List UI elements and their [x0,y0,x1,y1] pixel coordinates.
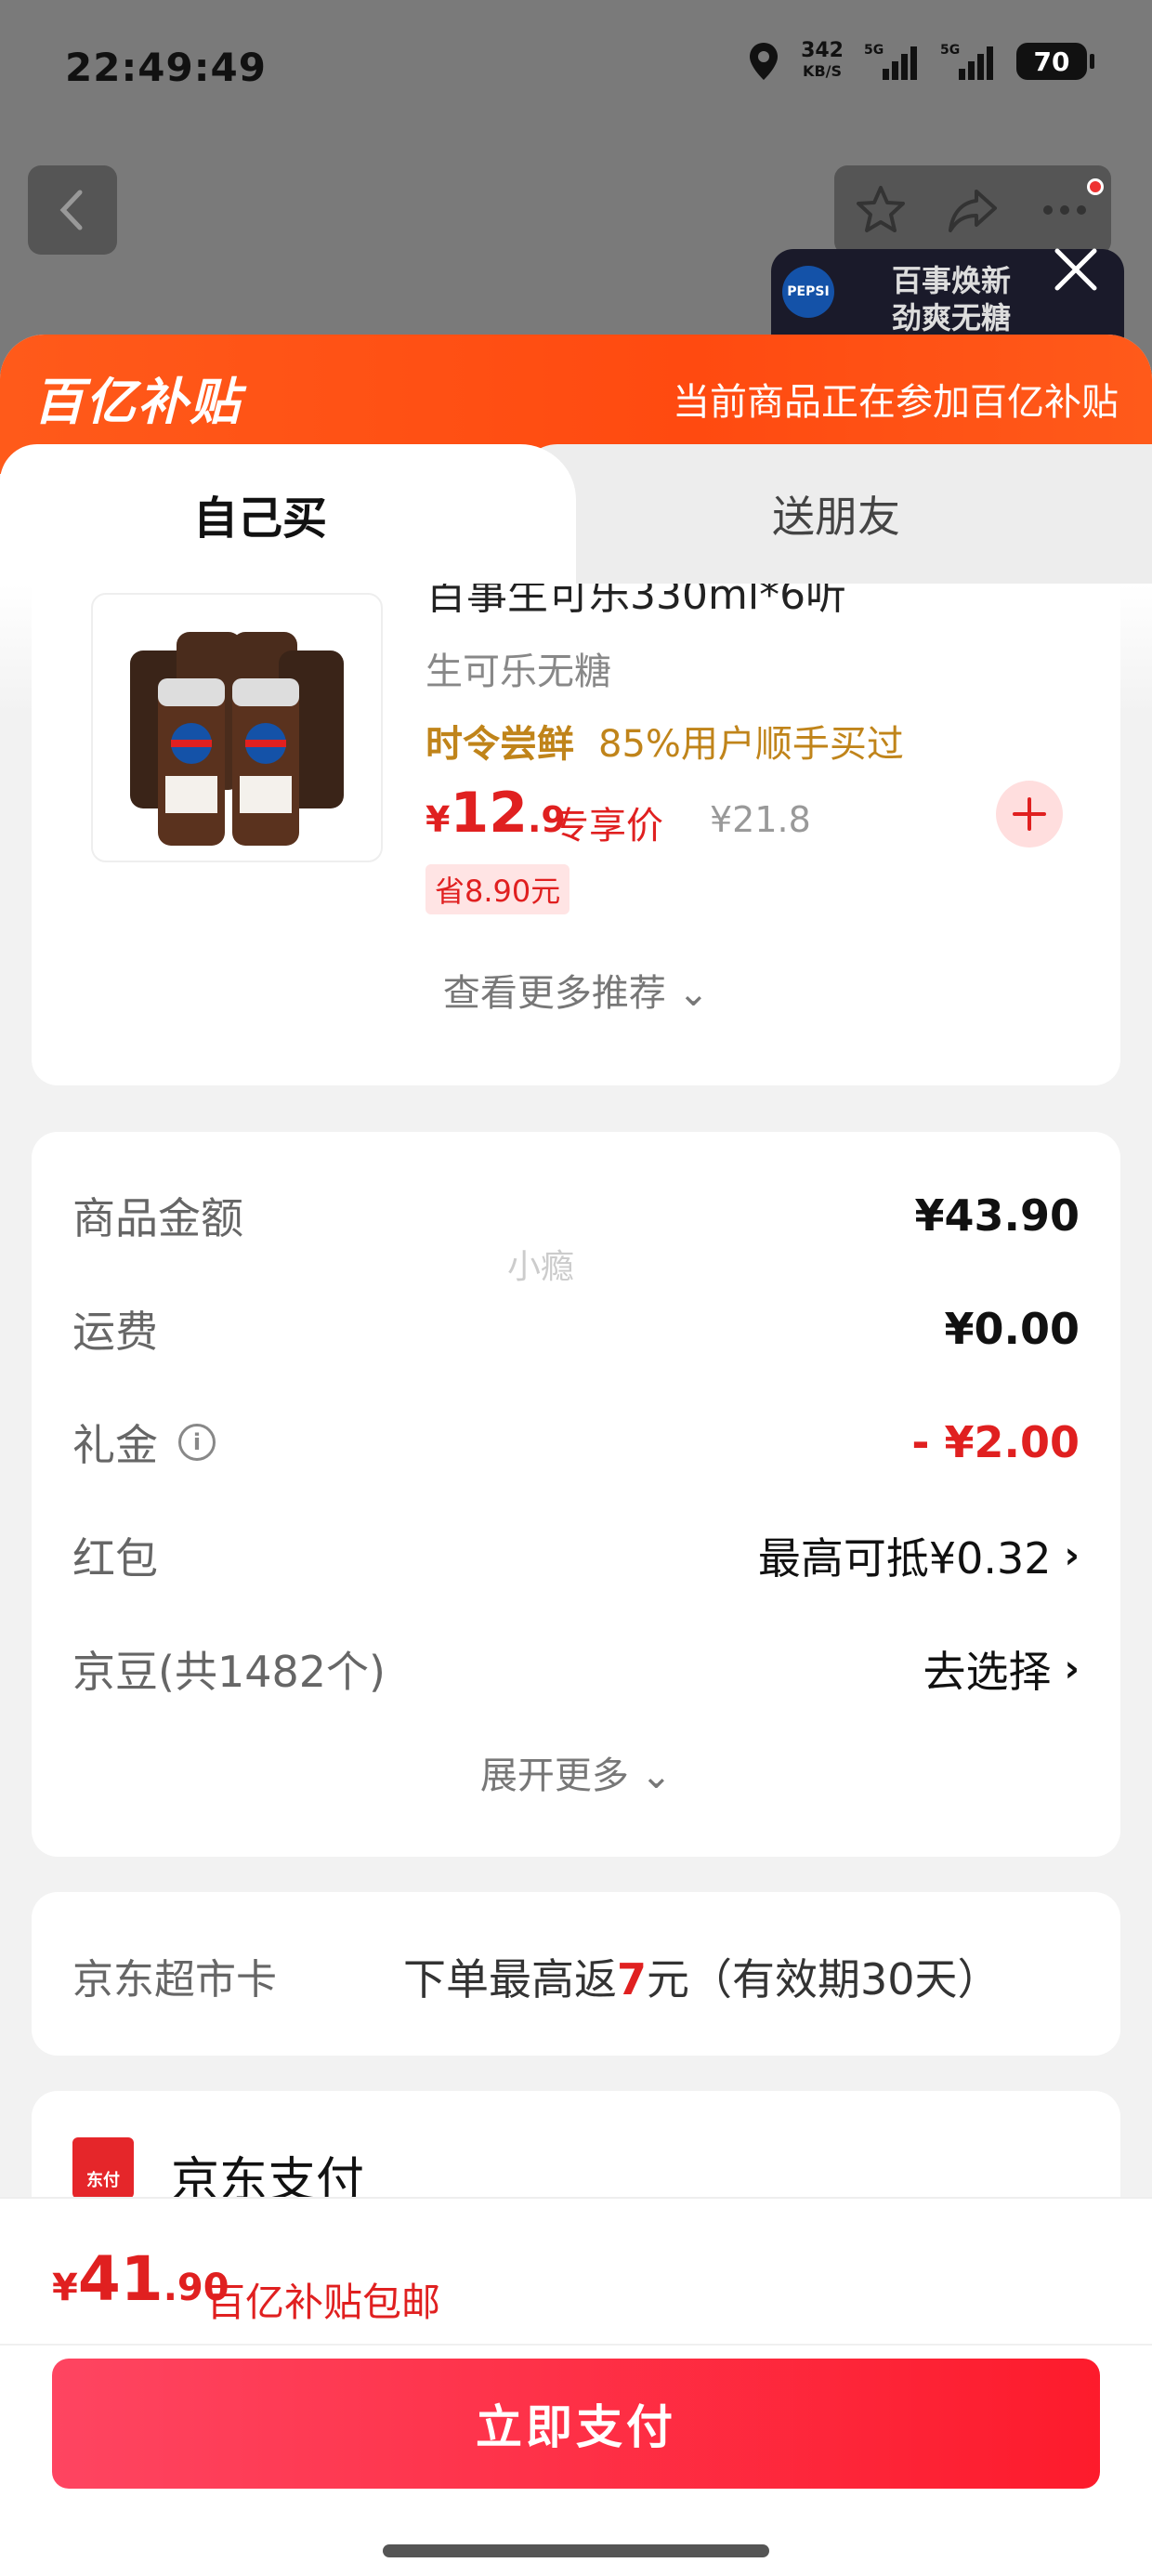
pay-now-button[interactable]: 立即支付 [52,2359,1100,2489]
total-price: ¥ 41 .90 [52,2243,229,2315]
status-bar: 22:49:49 342 KB/S 5G 5G 70 [0,0,1152,139]
status-icons: 342 KB/S 5G 5G 70 [747,39,1094,82]
more-recommendations-link[interactable]: 查看更多推荐 ⌄ [32,963,1120,1017]
chevron-right-icon: › [1064,1534,1080,1577]
tab-gift-friend[interactable]: 送朋友 [520,444,1152,584]
original-price: ¥21.8 [710,799,811,840]
status-time: 22:49:49 [65,45,267,90]
promo-text: 百事焕新 劲爽无糖 [892,263,1012,335]
add-to-order-button[interactable] [996,781,1063,848]
chevron-down-icon: ⌄ [677,972,710,1015]
chevron-right-icon: › [1064,1648,1080,1690]
summary-row-goods: 商品金额 ¥43.90 [72,1190,1080,1243]
location-icon [750,43,779,80]
more-dots-icon[interactable] [1037,182,1093,238]
close-icon[interactable] [1048,242,1104,297]
summary-row-shipping: 运费 ¥0.00 [72,1304,1080,1357]
cola-cans-image [130,632,344,846]
plus-icon [1013,797,1046,831]
tab-buy-self[interactable]: 自己买 [0,444,576,584]
savings-badge: 省8.90元 [425,864,570,914]
battery-indicator: 70 [1016,43,1094,80]
product-price: ¥ 12 .9 [425,781,566,846]
favorite-star-icon[interactable] [853,182,909,238]
pepsi-logo: PEPSI [782,266,834,318]
seasonal-tag: 时令尝鲜 [425,723,574,766]
subsidy-logo: 百亿补贴 [33,373,242,431]
recommendation-card: 百事生可乐330ml*6听 生可乐无糖 时令尝鲜 85%用户顺手买过 ¥ 12 … [32,584,1120,1085]
purchase-stat: 85%用户顺手买过 [598,723,904,766]
subsidy-note: 当前商品正在参加百亿补贴 [673,381,1119,424]
expand-more-link[interactable]: 展开更多 ⌄ [32,1745,1120,1799]
summary-row-jd-beans[interactable]: 京豆(共1482个) 去选择 › [72,1632,1080,1706]
product-title[interactable]: 百事生可乐330ml*6听 [425,584,846,621]
order-summary-card: 小瘾 商品金额 ¥43.90 运费 ¥0.00 礼金 i - ¥2.00 红包 最… [32,1132,1120,1857]
back-button[interactable] [28,165,117,255]
footer-divider [0,2344,1152,2346]
share-icon[interactable] [945,182,1001,238]
chevron-down-icon: ⌄ [640,1755,673,1797]
checkout-footer: ¥ 41 .90 百亿补贴包邮 立即支付 [0,2197,1152,2576]
supermarket-card-desc: 下单最高返7元（有效期30天） [403,1954,1001,2004]
supermarket-card-label: 京东超市卡 [72,1956,277,2004]
summary-row-gift-cash: 礼金 i - ¥2.00 [72,1417,1080,1470]
notification-dot [1087,178,1104,195]
summary-row-red-packet[interactable]: 红包 最高可抵¥0.32 › [72,1518,1080,1593]
signal-icon: 5G [864,43,917,80]
product-subtitle: 生可乐无糖 [425,651,611,693]
free-shipping-note: 百亿补贴包邮 [206,2280,441,2325]
chevron-left-icon [59,190,83,230]
signal-icon-2: 5G [940,43,993,80]
purchase-tabs: 送朋友 自己买 [0,444,1152,584]
info-icon[interactable]: i [178,1424,216,1461]
network-speed: 342 KB/S [801,39,844,81]
svg-text:5G: 5G [940,43,960,58]
home-indicator[interactable] [383,2544,769,2557]
svg-text:5G: 5G [864,43,884,58]
jd-pay-icon: 东付 [72,2137,134,2199]
exclusive-price-label: 专享价 [552,805,663,848]
product-image[interactable] [91,593,383,862]
supermarket-card-row[interactable]: 京东超市卡 下单最高返7元（有效期30天） [32,1892,1120,2056]
